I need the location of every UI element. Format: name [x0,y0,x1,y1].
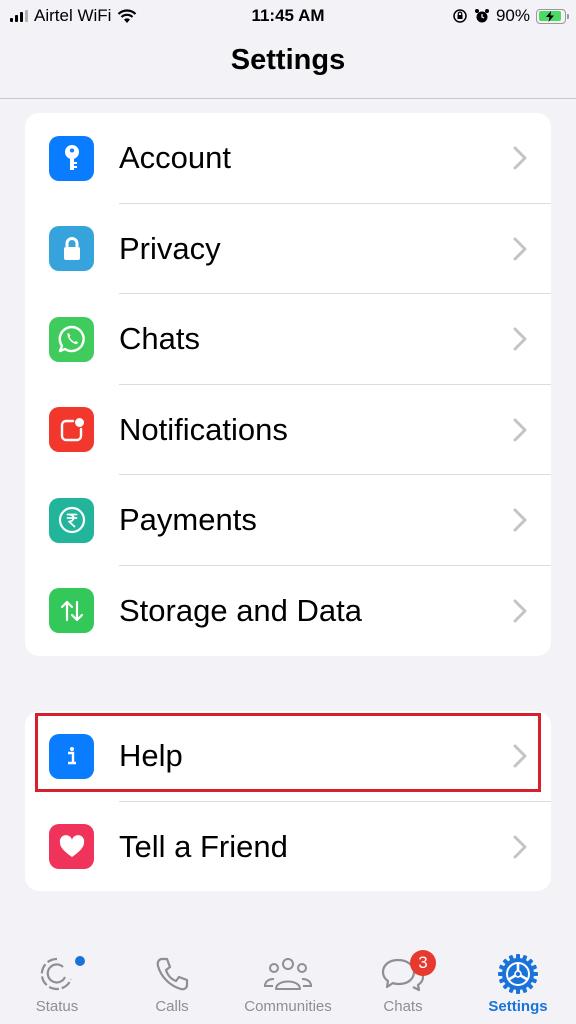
tab-chats[interactable]: 3 Chats [353,950,453,1015]
chevron-right-icon [513,835,527,859]
settings-group-main: Account Privacy Chats Notifications Paym… [25,113,551,656]
charging-bolt-icon [545,10,554,22]
chats-unread-badge: 3 [410,950,436,976]
tab-communities[interactable]: Communities [238,952,338,1015]
settings-item-privacy[interactable]: Privacy [25,204,551,294]
settings-item-label: Payments [119,502,257,538]
settings-item-chats[interactable]: Chats [25,294,551,385]
chevron-right-icon [513,327,527,351]
info-icon [49,733,94,779]
status-bar: Airtel WiFi 11:45 AM 90% [0,0,576,32]
tab-calls[interactable]: Calls [122,952,222,1015]
settings-group-support: Help Tell a Friend [25,711,551,891]
tab-label: Settings [488,998,548,1015]
tab-label: Communities [244,998,332,1015]
tab-label: Chats [383,998,423,1015]
settings-item-label: Chats [119,321,200,357]
chevron-right-icon [513,508,527,532]
page-title: Settings [230,44,346,76]
settings-item-label: Privacy [119,230,221,266]
chevron-right-icon [513,744,527,768]
status-unread-dot [75,956,85,966]
settings-item-label: Help [119,738,183,774]
phone-icon [156,957,189,991]
settings-item-help[interactable]: Help [25,711,551,802]
communities-icon [263,958,313,990]
settings-item-label: Account [119,140,232,176]
chevron-right-icon [513,418,527,442]
settings-item-tell-a-friend[interactable]: Tell a Friend [25,802,551,892]
battery-percent: 90% [495,6,530,25]
settings-item-label: Storage and Data [119,592,363,628]
status-right: 90% [452,6,569,26]
tab-bar: Status Calls Communities 3 Chats Setting… [0,930,576,1024]
settings-item-label: Notifications [119,411,288,447]
tab-settings[interactable]: Settings [468,952,568,1015]
whatsapp-icon [49,316,94,362]
settings-item-storage-and-data[interactable]: Storage and Data [25,566,551,657]
tab-label: Status [35,998,79,1015]
orientation-lock-icon [453,9,467,23]
status-icon [40,957,73,991]
settings-item-account[interactable]: Account [25,113,551,204]
chevron-right-icon [513,146,527,170]
settings-item-notifications[interactable]: Notifications [25,385,551,475]
rupee-icon [49,497,94,543]
notification-icon [49,407,94,453]
chevron-right-icon [513,599,527,623]
alarm-icon [474,9,489,23]
chevron-right-icon [513,237,527,261]
key-icon [49,135,94,181]
settings-item-label: Tell a Friend [119,828,288,864]
arrows-up-down-icon [49,588,94,634]
settings-item-payments[interactable]: Payments [25,475,551,566]
header-divider [0,98,576,99]
settings-gear-icon [498,954,538,994]
lock-icon [49,226,94,272]
tab-label: Calls [155,998,189,1015]
battery-icon [536,8,569,24]
tab-status[interactable]: Status [7,952,107,1015]
heart-icon [49,824,94,870]
